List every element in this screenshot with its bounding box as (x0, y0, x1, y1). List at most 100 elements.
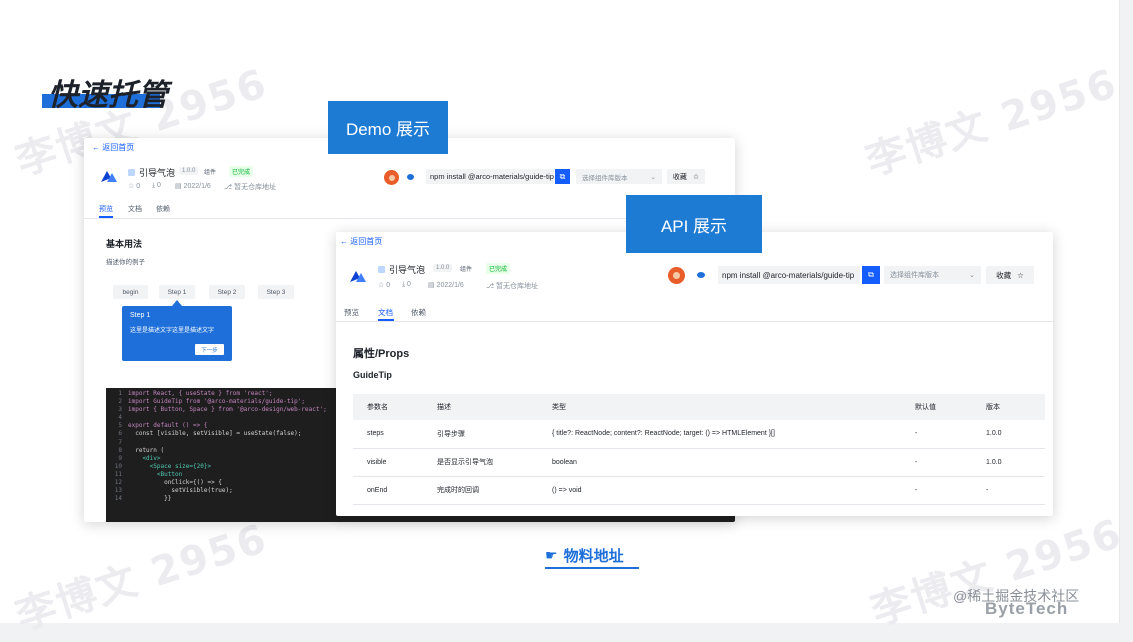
version-select[interactable]: 选择组件库版本 ⌄ (884, 266, 981, 284)
table-row: steps 引导步骤 { title?: ReactNode; content?… (353, 420, 1045, 449)
star-icon: ☆ (692, 173, 700, 181)
code-text: import { Button, Space } from '@arco-des… (128, 406, 327, 414)
code-text: setVisible(true); (128, 487, 233, 495)
status-badge: 已完成 (486, 263, 511, 274)
line-number: 11 (114, 470, 122, 478)
step-button-3[interactable]: Step 3 (258, 285, 294, 299)
publish-date: ▤ 2022/1/6 (428, 282, 464, 289)
chevron-down-icon: ⌄ (969, 272, 975, 279)
code-text: import React, { useState } from 'react'; (128, 390, 273, 397)
line-number: 12 (114, 479, 122, 487)
table-cell: 完成时的回调 (423, 476, 538, 505)
copy-icon: ⧉ (559, 171, 566, 181)
line-number: 4 (118, 414, 122, 422)
tip-title: Step 1 (130, 312, 151, 319)
back-home-link[interactable]: ← 返回首页 (340, 236, 382, 247)
favorite-button[interactable]: 收藏 ☆ (986, 266, 1034, 284)
api-docs-card: ← 返回首页 引导气泡 1.0.0 组件 已完成 ☆ 0 ⤓ 0 ▤ 2022/… (336, 232, 1053, 516)
chevron-down-icon: ⌄ (650, 173, 656, 181)
component-icon (128, 169, 135, 176)
install-command[interactable]: npm install @arco-materials/guide-tip (426, 169, 554, 184)
status-badge: 已完成 (229, 166, 254, 177)
tab-preview[interactable]: 预览 (344, 307, 359, 318)
version-select[interactable]: 选择组件库版本 ⌄ (576, 169, 662, 184)
version-tag: 1.0.0 (433, 264, 453, 272)
guide-tip-popover: Step 1 这里是描述文字这里是描述文字 下一步 (122, 306, 232, 361)
code-text: const [visible, setVisible] = useState(f… (128, 430, 302, 438)
tab-deps[interactable]: 依赖 (156, 204, 170, 214)
col-header: 参数名 (353, 394, 423, 420)
tab-docs[interactable]: 文档 (378, 307, 393, 318)
copy-icon: ⧉ (868, 270, 874, 279)
table-cell: - (901, 420, 972, 449)
avatar[interactable] (384, 170, 399, 185)
back-home-link[interactable]: ← 返回首页 (92, 142, 134, 153)
link-underline (545, 567, 639, 569)
api-tag: API 展示 (626, 195, 762, 253)
line-number: 13 (114, 487, 122, 495)
table-cell: boolean (538, 448, 901, 477)
code-text: <Space size={20}> (128, 462, 212, 470)
favorite-button[interactable]: 收藏 ☆ (667, 169, 705, 184)
brand-watermark: ByteTech (985, 599, 1069, 618)
avatar[interactable] (668, 267, 685, 284)
tab-deps[interactable]: 依赖 (411, 307, 426, 318)
star-count: ☆ 0 (378, 282, 391, 289)
table-cell: 是否显示引导气泡 (423, 448, 538, 477)
code-text: return ( (128, 446, 165, 454)
code-text: <Button (128, 470, 183, 478)
tip-text: 这里是描述文字这里是描述文字 (130, 328, 215, 334)
component-icon (378, 266, 385, 273)
tip-next-button[interactable]: 下一步 (195, 344, 224, 355)
team-icon (697, 272, 705, 278)
step-button-2[interactable]: Step 2 (209, 285, 245, 299)
table-cell: visible (353, 448, 423, 477)
tab-preview[interactable]: 预览 (99, 204, 113, 214)
repo-link[interactable]: ⎇ 暂无仓库地址 (224, 182, 276, 192)
table-row: onEnd 完成时的回调 () => void - - (353, 476, 1045, 505)
copy-button[interactable]: ⧉ (862, 266, 880, 284)
materials-link[interactable]: ☛ 物料地址 (545, 545, 624, 566)
col-header: 版本 (972, 394, 1045, 420)
line-number: 2 (118, 398, 122, 406)
step-button-begin[interactable]: begin (113, 285, 148, 299)
star-count: ☆ 0 (128, 183, 141, 190)
materials-link-label: 物料地址 (563, 548, 624, 565)
tab-docs[interactable]: 文档 (128, 204, 142, 214)
table-cell: onEnd (353, 476, 423, 505)
section-title: 基本用法 (106, 239, 143, 249)
code-text: export default () => { (128, 422, 208, 430)
slide: 李博文 2956 李博文 2956 李博文 2956 李博文 2956 快速托管… (0, 0, 1128, 640)
line-number: 14 (114, 495, 122, 503)
table-cell: 1.0.0 (972, 420, 1045, 449)
category-tag: 组件 (204, 170, 217, 176)
component-name: 引导气泡 (128, 166, 175, 179)
star-icon: ☆ (1017, 270, 1024, 280)
line-number: 6 (118, 430, 122, 438)
code-text: <div> (128, 454, 161, 462)
table-cell: 引导步骤 (423, 420, 538, 449)
table-row: visible 是否显示引导气泡 boolean - 1.0.0 (353, 448, 1045, 477)
table-header-row: 参数名 描述 类型 默认值 版本 (353, 394, 1045, 420)
table-cell: - (901, 448, 972, 477)
publish-date: ▤ 2022/1/6 (175, 183, 211, 190)
table-cell: 1.0.0 (972, 448, 1045, 477)
step-button-1[interactable]: Step 1 (159, 285, 195, 299)
pointing-hand-icon: ☛ (545, 547, 558, 563)
install-command[interactable]: npm install @arco-materials/guide-tip (718, 266, 860, 284)
repo-link[interactable]: ⎇ 暂无仓库地址 (486, 281, 538, 291)
code-text: import GuideTip from '@arco-materials/gu… (128, 398, 306, 406)
props-title: 属性/Props (353, 348, 410, 360)
line-number: 3 (118, 406, 122, 414)
watermark: 李博文 2956 (860, 60, 1124, 186)
download-count: ⤓ 0 (152, 182, 161, 189)
line-number: 7 (118, 438, 122, 446)
table-cell: - (972, 476, 1045, 505)
section-desc: 描述你的例子 (106, 259, 145, 266)
copy-button[interactable]: ⧉ (555, 169, 570, 184)
table-cell: () => void (538, 476, 901, 505)
category-tag: 组件 (460, 267, 473, 273)
line-number: 8 (118, 446, 122, 454)
arco-logo-icon (101, 171, 117, 182)
page-title: 快速托管 (48, 79, 168, 112)
